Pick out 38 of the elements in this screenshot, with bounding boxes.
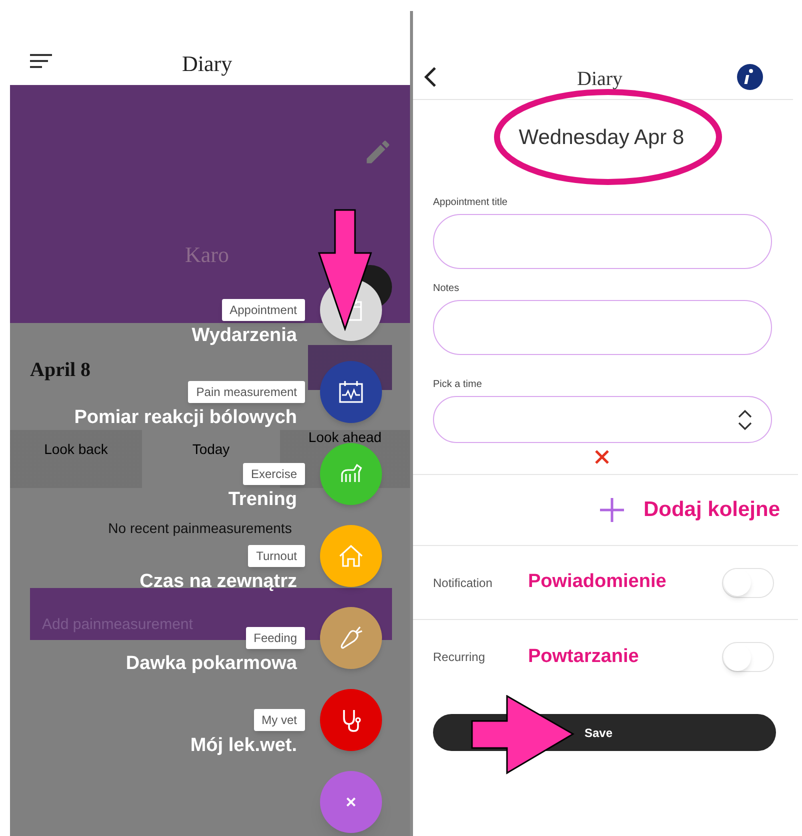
- menu-label[interactable]: Turnout: [248, 545, 305, 567]
- plus-icon[interactable]: [599, 497, 626, 523]
- menu-label[interactable]: My vet: [254, 709, 305, 731]
- toggle-switch[interactable]: [722, 568, 774, 598]
- input-field[interactable]: [433, 300, 772, 355]
- toggle-switch[interactable]: [722, 642, 774, 672]
- field-label: Notes: [433, 282, 460, 296]
- menu-label[interactable]: Feeding: [246, 627, 305, 649]
- pulse-calendar-icon: [337, 378, 365, 406]
- annotation-label: Wydarzenia: [192, 325, 297, 347]
- house-icon: [337, 542, 365, 570]
- toggle-label: Recurring: [433, 649, 486, 666]
- info-icon[interactable]: [737, 64, 763, 90]
- annotation-label: Dodaj kolejne: [643, 497, 780, 524]
- field-label: Pick a time: [433, 378, 483, 392]
- input-field[interactable]: [433, 214, 772, 269]
- delete-icon[interactable]: [594, 449, 610, 465]
- screen-title: Diary: [182, 50, 232, 78]
- annotation-label: Trening: [228, 489, 297, 511]
- menu-label[interactable]: Pain measurement: [188, 381, 305, 403]
- date-heading: Wednesday Apr 8: [518, 125, 684, 151]
- menu-icon[interactable]: [30, 53, 52, 69]
- screen-title: Diary: [577, 67, 623, 92]
- menu-label[interactable]: Appointment: [222, 299, 305, 321]
- tab[interactable]: Look back: [10, 430, 142, 488]
- field-label: Appointment title: [433, 196, 508, 210]
- up-down-icon: [737, 408, 753, 430]
- annotation-label: Pomiar reakcji bólowych: [74, 407, 297, 429]
- annotation-label: Mój lek.wet.: [190, 735, 297, 757]
- annotation-label: Dawka pokarmowa: [126, 653, 297, 675]
- annotation-label: Powtarzanie: [528, 644, 640, 669]
- date-heading: April 8: [30, 358, 91, 383]
- toggle-label: Notification: [433, 574, 494, 592]
- menu-label[interactable]: Exercise: [242, 463, 305, 485]
- back-icon[interactable]: [423, 66, 437, 88]
- empty-message: No recent painmeasurements: [108, 519, 293, 538]
- annotation-label: Czas na zewnątrz: [140, 571, 297, 593]
- annotation-label: Powiadomienie: [528, 570, 668, 594]
